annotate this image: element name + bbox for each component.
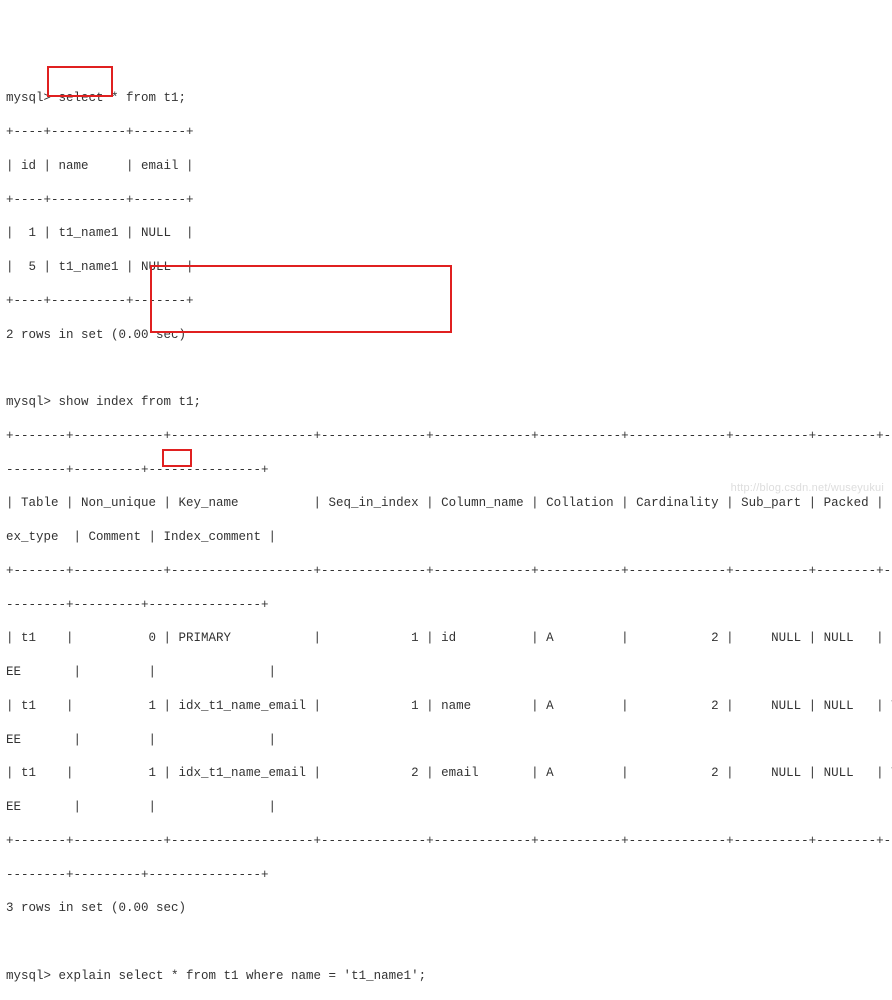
watermark-text: http://blog.csdn.net/wuseyukui xyxy=(731,481,884,496)
result-summary: 2 rows in set (0.00 sec) xyxy=(6,327,892,344)
table-border: +----+----------+-------+ xyxy=(6,124,892,141)
mysql-prompt: mysql> xyxy=(6,395,59,409)
blank-line xyxy=(6,360,892,377)
table-border: +----+----------+-------+ xyxy=(6,293,892,310)
table-row: EE | | | xyxy=(6,732,892,749)
table-border: --------+---------+---------------+ xyxy=(6,597,892,614)
table-row: | t1 | 1 | idx_t1_name_email | 2 | email… xyxy=(6,765,892,782)
table-row: EE | | | xyxy=(6,664,892,681)
table-border: +-------+------------+------------------… xyxy=(6,833,892,850)
sql-statement: select * from t1; xyxy=(59,91,187,105)
table-border: +-------+------------+------------------… xyxy=(6,428,892,445)
table-header: | Table | Non_unique | Key_name | Seq_in… xyxy=(6,495,892,512)
table-row: | 1 | t1_name1 | NULL | xyxy=(6,225,892,242)
sql-statement: show index from t1; xyxy=(59,395,202,409)
sql-statement: explain select * from t1 where name = 't… xyxy=(59,969,427,983)
prompt-line: mysql> select * from t1; xyxy=(6,90,892,107)
table-border: --------+---------+---------------+ xyxy=(6,462,892,479)
prompt-line: mysql> show index from t1; xyxy=(6,394,892,411)
result-summary: 3 rows in set (0.00 sec) xyxy=(6,900,892,917)
prompt-line: mysql> explain select * from t1 where na… xyxy=(6,968,892,985)
table-row: | t1 | 0 | PRIMARY | 1 | id | A | 2 | NU… xyxy=(6,630,892,647)
table-border: +-------+------------+------------------… xyxy=(6,563,892,580)
terminal-output: mysql> select * from t1; +----+---------… xyxy=(6,74,892,1000)
table-border: --------+---------+---------------+ xyxy=(6,867,892,884)
mysql-prompt: mysql> xyxy=(6,91,59,105)
table-header: | id | name | email | xyxy=(6,158,892,175)
blank-line xyxy=(6,934,892,951)
table-row: EE | | | xyxy=(6,799,892,816)
table-border: +----+----------+-------+ xyxy=(6,192,892,209)
table-header: ex_type | Comment | Index_comment | xyxy=(6,529,892,546)
mysql-prompt: mysql> xyxy=(6,969,59,983)
table-row: | 5 | t1_name1 | NULL | xyxy=(6,259,892,276)
table-row: | t1 | 1 | idx_t1_name_email | 1 | name … xyxy=(6,698,892,715)
